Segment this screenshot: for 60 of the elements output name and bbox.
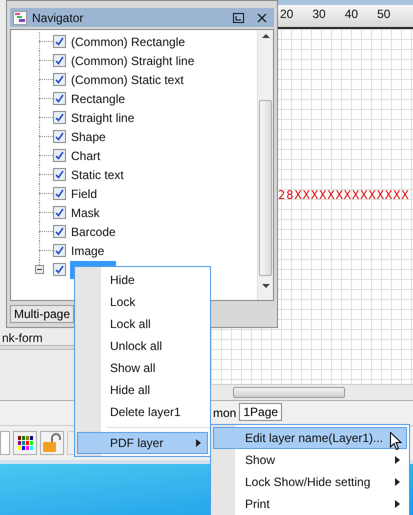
tree-item[interactable]: Shape (70, 128, 107, 146)
submenu-arrow-icon (395, 456, 400, 464)
field-text: 28XXXXXXXXXXXXXX (278, 188, 411, 202)
tree-checkbox[interactable] (53, 130, 66, 143)
menu-item[interactable]: Show all (77, 357, 208, 379)
ruler-label: 30 (312, 7, 326, 23)
submenu-arrow-icon (395, 478, 400, 486)
menu-item[interactable]: Lock all (77, 313, 208, 335)
menu-item[interactable]: Print (213, 493, 407, 515)
submenu-arrow-icon (395, 500, 400, 508)
navigator-icon (13, 10, 27, 24)
close-icon[interactable] (257, 12, 267, 22)
tree-item[interactable]: (Common) Rectangle (70, 32, 186, 50)
submenu-arrow-icon (196, 439, 201, 447)
menu-item[interactable]: Show (213, 449, 407, 471)
tree-item[interactable]: (Common) Static text (70, 70, 185, 88)
tree-checkbox[interactable] (53, 92, 66, 105)
collapse-icon[interactable] (35, 265, 44, 274)
menu-item[interactable]: Lock (77, 291, 208, 313)
menu-item[interactable]: Delete layer1 (77, 401, 208, 423)
mouse-pointer-icon (390, 432, 402, 451)
tree-checkbox[interactable] (53, 244, 66, 257)
tree-item[interactable]: Image (70, 242, 106, 260)
tree-checkbox[interactable] (53, 111, 66, 124)
horizontal-scrollbar[interactable] (211, 384, 413, 400)
tree-checkbox[interactable] (53, 35, 66, 48)
ruler-label: 20 (280, 7, 294, 23)
tree-checkbox[interactable] (53, 263, 66, 276)
tree-item[interactable]: Field (70, 184, 98, 202)
page-tab[interactable]: mon (210, 405, 240, 421)
window-title: Navigator (32, 10, 84, 26)
menu-item[interactable]: Hide all (77, 379, 208, 401)
tree-checkbox[interactable] (53, 73, 66, 86)
ruler-label: 40 (344, 7, 358, 23)
tree-checkbox[interactable] (53, 54, 66, 67)
menu-item[interactable]: Edit layer name(Layer1)... (213, 427, 407, 449)
tree-checkbox[interactable] (53, 187, 66, 200)
tree-checkbox[interactable] (53, 149, 66, 162)
padlock-icon[interactable] (40, 431, 64, 455)
ruler-label: 50 (377, 7, 390, 23)
menu-item[interactable]: PDF layer (77, 432, 208, 454)
tree-item[interactable]: Mask (70, 204, 101, 222)
tree-item[interactable]: Static text (70, 166, 125, 184)
tree-checkbox[interactable] (53, 206, 66, 219)
menu-item[interactable]: Lock Show/Hide setting (213, 471, 407, 493)
tree-item[interactable]: (Common) Straight line (70, 52, 196, 70)
color-palette-icon[interactable] (13, 431, 37, 455)
form-label: nk-form (1, 331, 44, 345)
tree-item[interactable]: Straight line (70, 108, 136, 126)
restore-icon[interactable] (233, 12, 244, 22)
navigator-tab[interactable]: Multi-page (10, 305, 74, 323)
tree-item[interactable]: Rectangle (70, 90, 126, 108)
page-tab[interactable]: 1Page (239, 403, 282, 421)
tree-item[interactable]: Barcode (70, 222, 117, 240)
tree-checkbox[interactable] (53, 225, 66, 238)
menu-item[interactable]: Hide (77, 269, 208, 291)
vertical-scrollbar[interactable] (257, 30, 273, 300)
tree-checkbox[interactable] (53, 168, 66, 181)
menu-item[interactable]: Unlock all (77, 335, 208, 357)
tree-item[interactable]: Chart (70, 146, 102, 164)
